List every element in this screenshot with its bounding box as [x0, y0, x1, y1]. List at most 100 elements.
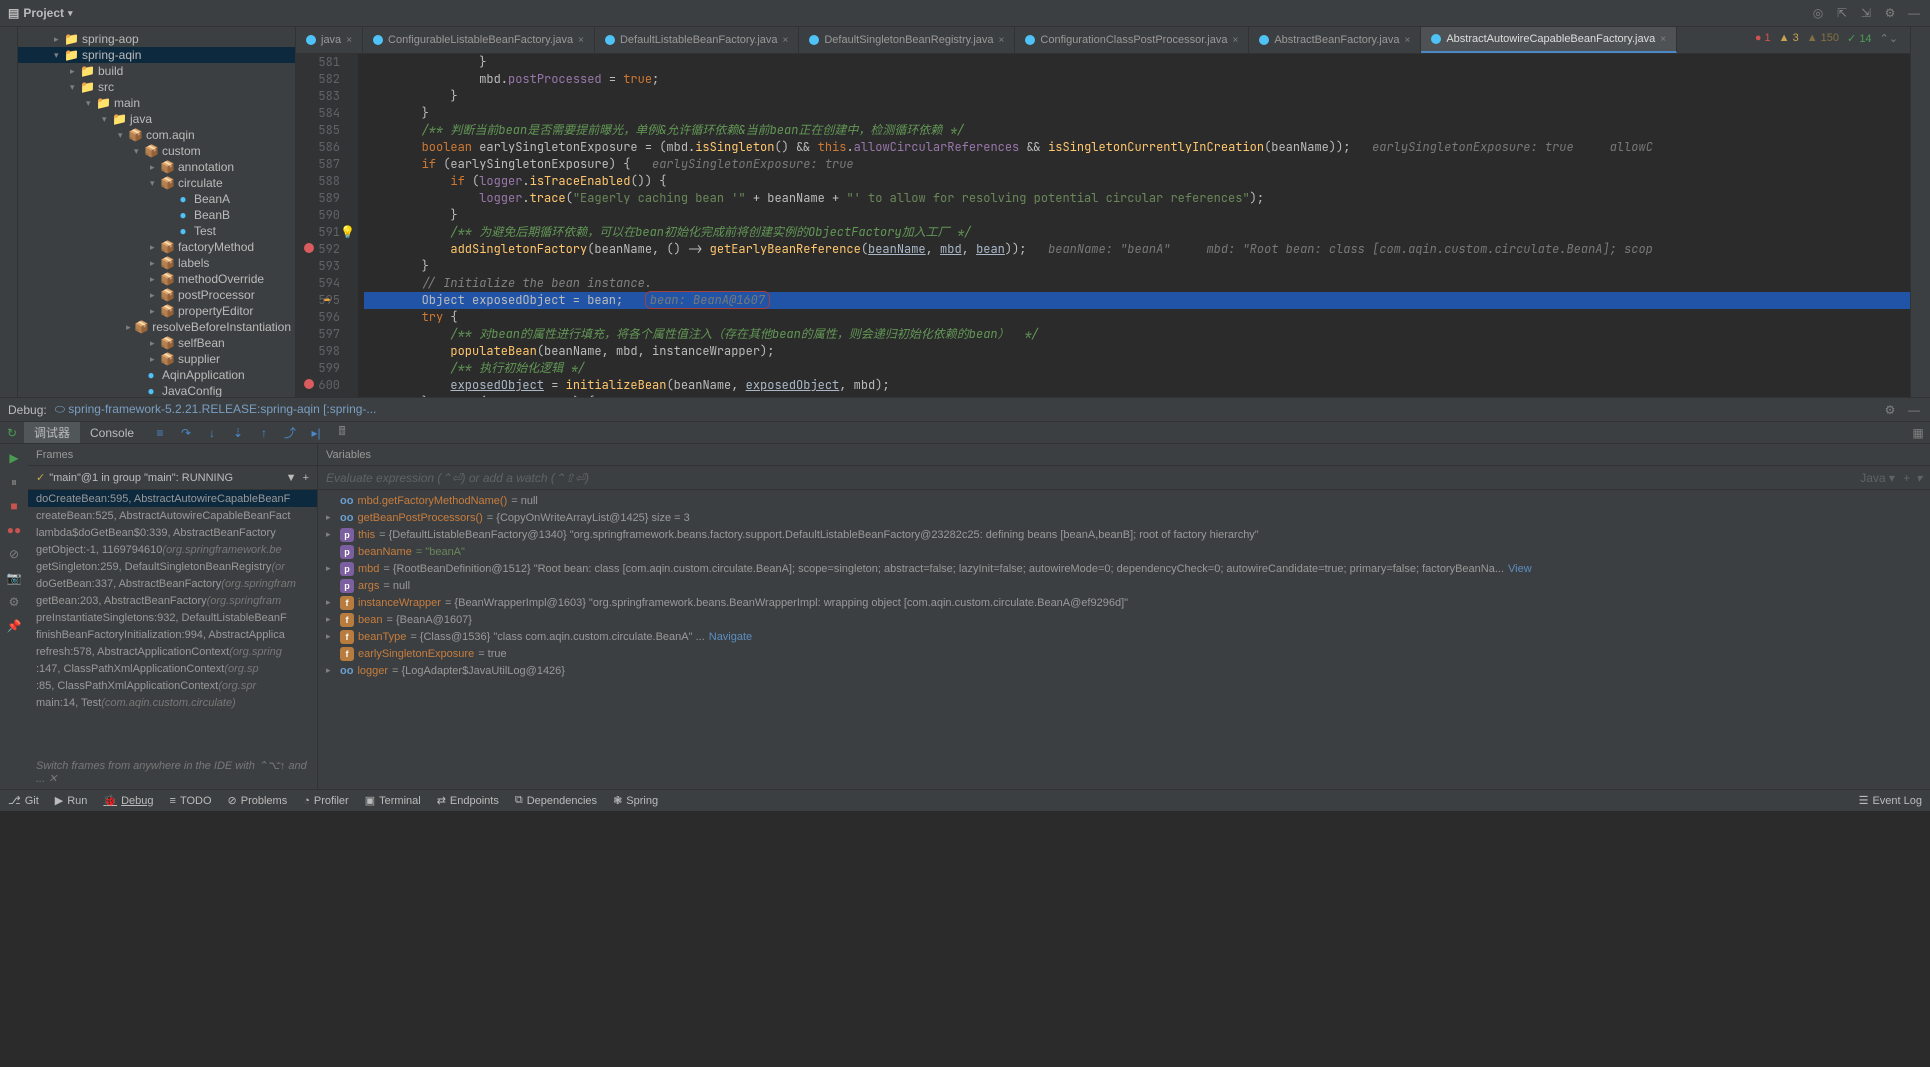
stack-frame[interactable]: getObject:-1, 1169794610 (org.springfram…: [28, 541, 317, 558]
close-icon[interactable]: ×: [346, 35, 352, 46]
close-icon[interactable]: ×: [783, 35, 789, 46]
problems-tool[interactable]: ⊘ Problems: [228, 794, 288, 807]
chevron-up-down-icon[interactable]: ⌃⌄: [1880, 32, 1898, 45]
resume-icon[interactable]: ▶: [6, 450, 22, 466]
editor-tab[interactable]: AbstractBeanFactory.java×: [1249, 27, 1421, 53]
variable-item[interactable]: ▸fbeanType = {Class@1536} "class com.aqi…: [318, 628, 1930, 645]
tree-item[interactable]: ▸📦supplier: [18, 351, 295, 367]
force-step-into-icon[interactable]: ⇣: [230, 425, 246, 441]
frames-list[interactable]: doCreateBean:595, AbstractAutowireCapabl…: [28, 490, 317, 755]
tree-item[interactable]: ▾📁java: [18, 111, 295, 127]
layout-icon[interactable]: ▦: [1914, 425, 1930, 441]
todo-tool[interactable]: ≡ TODO: [170, 795, 212, 807]
tree-item[interactable]: ▾📁src: [18, 79, 295, 95]
pause-icon[interactable]: ⏸: [6, 474, 22, 490]
target-icon[interactable]: ◎: [1810, 5, 1826, 21]
editor-tab[interactable]: ConfigurableListableBeanFactory.java×: [363, 27, 595, 53]
gear-icon[interactable]: ⚙: [1882, 5, 1898, 21]
editor-gutter[interactable]: 581582583584585586587588589590💡591592593…: [296, 54, 358, 397]
editor-tab[interactable]: java×: [296, 27, 363, 53]
tree-item[interactable]: ●AqinApplication: [18, 367, 295, 383]
hide-icon[interactable]: —: [1906, 402, 1922, 418]
variable-item[interactable]: ▸finstanceWrapper = {BeanWrapperImpl@160…: [318, 594, 1930, 611]
variable-item[interactable]: pbeanName = "beanA": [318, 543, 1930, 560]
git-tool[interactable]: ⎇ Git: [8, 794, 39, 807]
stack-frame[interactable]: doCreateBean:595, AbstractAutowireCapabl…: [28, 490, 317, 507]
tree-item[interactable]: ▾📁main: [18, 95, 295, 111]
stack-frame[interactable]: doGetBean:337, AbstractBeanFactory (org.…: [28, 575, 317, 592]
tree-item[interactable]: ▸📦factoryMethod: [18, 239, 295, 255]
tree-item[interactable]: ●BeanA: [18, 191, 295, 207]
step-over-icon[interactable]: ↷: [178, 425, 194, 441]
chevron-down-icon[interactable]: ▾: [1916, 471, 1922, 485]
profiler-tool[interactable]: ◔ Profiler: [303, 795, 349, 807]
stack-frame[interactable]: refresh:578, AbstractApplicationContext …: [28, 643, 317, 660]
stack-frame[interactable]: getBean:203, AbstractBeanFactory (org.sp…: [28, 592, 317, 609]
close-icon[interactable]: ×: [1660, 34, 1666, 45]
drop-frame-icon[interactable]: ⤴: [282, 425, 298, 441]
tree-item[interactable]: ●Test: [18, 223, 295, 239]
variable-item[interactable]: fearlySingletonExposure = true: [318, 645, 1930, 662]
editor-tab[interactable]: DefaultListableBeanFactory.java×: [595, 27, 799, 53]
close-icon[interactable]: ×: [1404, 35, 1410, 46]
tree-item[interactable]: ●JavaConfig: [18, 383, 295, 397]
tree-item[interactable]: ▸📦postProcessor: [18, 287, 295, 303]
terminal-tool[interactable]: ▣ Terminal: [365, 794, 421, 807]
tree-item[interactable]: ▸📦selfBean: [18, 335, 295, 351]
project-dropdown[interactable]: ▤ Project ▾: [8, 6, 73, 20]
tree-item[interactable]: ▸📦annotation: [18, 159, 295, 175]
tree-item[interactable]: ▾📦custom: [18, 143, 295, 159]
stack-frame[interactable]: finishBeanFactoryInitialization:994, Abs…: [28, 626, 317, 643]
stack-frame[interactable]: :85, ClassPathXmlApplicationContext (org…: [28, 677, 317, 694]
run-to-cursor-icon[interactable]: ▸|: [308, 425, 324, 441]
debug-tool[interactable]: 🐞 Debug: [103, 794, 153, 807]
editor-tab[interactable]: ConfigurationClassPostProcessor.java×: [1015, 27, 1249, 53]
step-out-icon[interactable]: ↑: [256, 425, 272, 441]
close-icon[interactable]: ×: [1232, 35, 1238, 46]
stack-frame[interactable]: getSingleton:259, DefaultSingletonBeanRe…: [28, 558, 317, 575]
collapse-icon[interactable]: ⇲: [1858, 5, 1874, 21]
run-tool[interactable]: ▶ Run: [55, 794, 88, 807]
variable-item[interactable]: oombd.getFactoryMethodName() = null: [318, 492, 1930, 509]
pin-icon[interactable]: 📌: [6, 618, 22, 634]
stop-icon[interactable]: ■: [6, 498, 22, 514]
variable-item[interactable]: ▸oologger = {LogAdapter$JavaUtilLog@1426…: [318, 662, 1930, 679]
stack-frame[interactable]: preInstantiateSingletons:932, DefaultLis…: [28, 609, 317, 626]
mute-breakpoints-icon[interactable]: ⊘: [6, 546, 22, 562]
tree-item[interactable]: ▾📦com.aqin: [18, 127, 295, 143]
variables-list[interactable]: oombd.getFactoryMethodName() = null▸ooge…: [318, 490, 1930, 789]
endpoints-tool[interactable]: ⇄ Endpoints: [437, 794, 499, 807]
show-execution-icon[interactable]: ≡: [152, 425, 168, 441]
thread-dump-icon[interactable]: 📷: [6, 570, 22, 586]
add-icon[interactable]: +: [303, 472, 309, 484]
dependencies-tool[interactable]: ⧉ Dependencies: [515, 794, 597, 807]
stack-frame[interactable]: :147, ClassPathXmlApplicationContext (or…: [28, 660, 317, 677]
stack-frame[interactable]: main:14, Test (com.aqin.custom.circulate…: [28, 694, 317, 711]
code-editor[interactable]: } mbd.postProcessed = true; } } /** 判断当前…: [358, 54, 1910, 397]
hide-icon[interactable]: —: [1906, 5, 1922, 21]
evaluate-expression-input[interactable]: Evaluate expression (⌃⏎) or add a watch …: [318, 466, 1930, 490]
inspection-summary[interactable]: ● 1 ▲ 3 ▲ 150 ✓ 14 ⌃⌄: [1747, 30, 1906, 47]
stack-frame[interactable]: lambda$doGetBean$0:339, AbstractBeanFact…: [28, 524, 317, 541]
variable-item[interactable]: ▸fbean = {BeanA@1607}: [318, 611, 1930, 628]
tree-item[interactable]: ▸📦resolveBeforeInstantiation: [18, 319, 295, 335]
tree-item[interactable]: ▸📦methodOverride: [18, 271, 295, 287]
view-breakpoints-icon[interactable]: ●●: [6, 522, 22, 538]
spring-tool[interactable]: ❃ Spring: [613, 794, 658, 807]
close-icon[interactable]: ×: [578, 35, 584, 46]
tree-item[interactable]: ●BeanB: [18, 207, 295, 223]
editor-tab[interactable]: AbstractAutowireCapableBeanFactory.java×: [1421, 27, 1677, 53]
add-watch-icon[interactable]: +: [1903, 471, 1910, 485]
evaluate-icon[interactable]: 🖩: [334, 425, 350, 441]
tree-item[interactable]: ▸📦labels: [18, 255, 295, 271]
variable-item[interactable]: ▸oogetBeanPostProcessors() = {CopyOnWrit…: [318, 509, 1930, 526]
tree-item[interactable]: ▸📦propertyEditor: [18, 303, 295, 319]
stack-frame[interactable]: createBean:525, AbstractAutowireCapableB…: [28, 507, 317, 524]
variable-item[interactable]: pargs = null: [318, 577, 1930, 594]
expand-icon[interactable]: ⇱: [1834, 5, 1850, 21]
step-into-icon[interactable]: ↓: [204, 425, 220, 441]
event-log-tool[interactable]: ☰ Event Log: [1859, 794, 1922, 807]
debug-config-name[interactable]: ⬭ spring-framework-5.2.21.RELEASE:spring…: [55, 402, 377, 417]
thread-selector[interactable]: ✓ "main"@1 in group "main": RUNNING ▼ +: [28, 466, 317, 490]
variable-item[interactable]: ▸pmbd = {RootBeanDefinition@1512} "Root …: [318, 560, 1930, 577]
